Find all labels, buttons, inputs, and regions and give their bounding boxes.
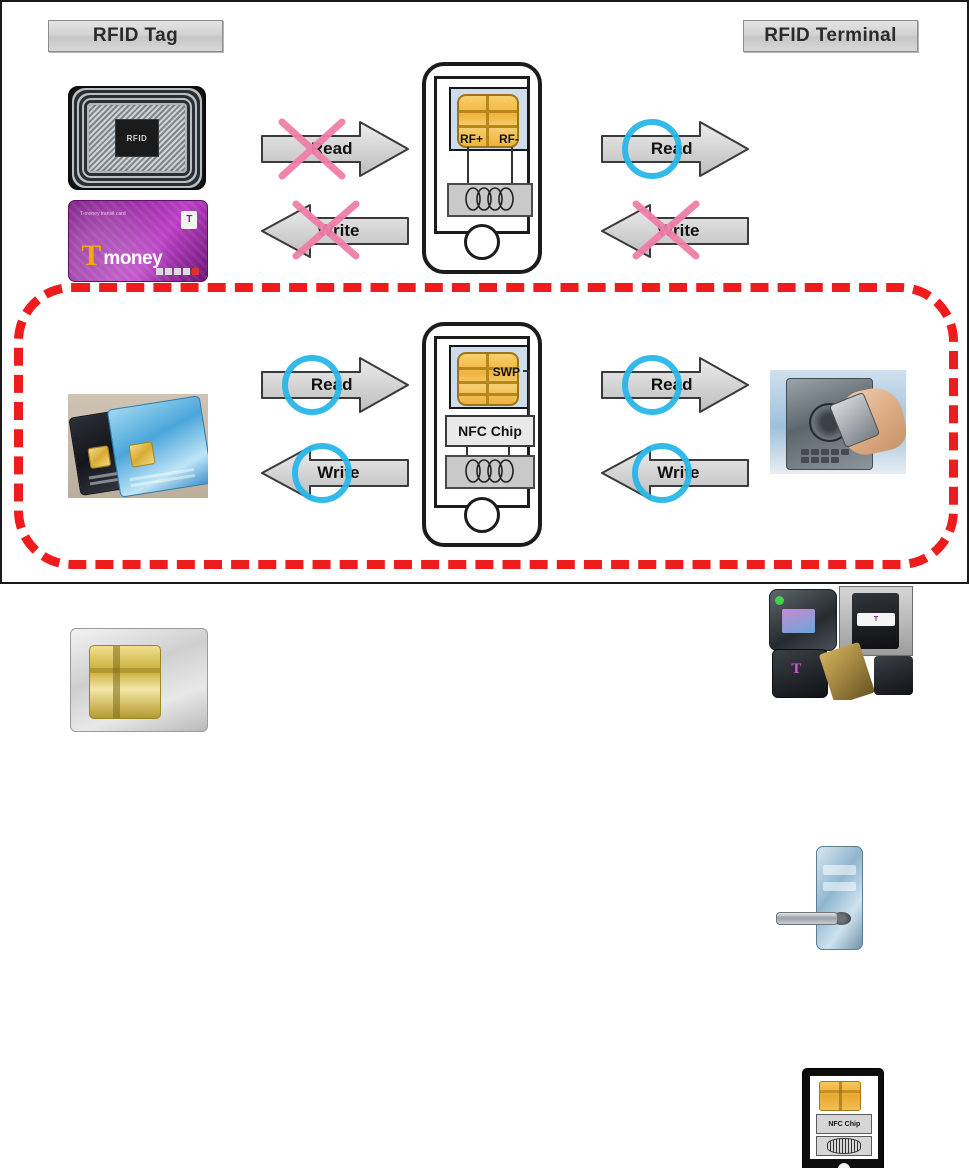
- card-embossed-lines: [129, 465, 195, 488]
- sim-card-mini: [819, 1080, 862, 1111]
- arrow-read-phone-to-terminal-row1: Read: [600, 118, 750, 180]
- sim-card-closeup: [70, 628, 208, 732]
- credit-card-blue: [106, 395, 208, 498]
- arrow-label-read: Read: [310, 139, 353, 158]
- tmoney-card: T-money transit card T T money: [68, 200, 208, 282]
- rfid-antenna-coil-graphic: RFID: [80, 98, 194, 178]
- nfc-chip-label: NFC Chip: [458, 423, 522, 439]
- terminal-device-5: [874, 655, 913, 696]
- antenna-coil-icon: [465, 459, 514, 483]
- arrow-label-read: Read: [650, 375, 693, 394]
- arrow-write-terminal-to-phone-row1: Write: [600, 202, 750, 260]
- nfc-chip-device: NFC Chip: [802, 1068, 884, 1168]
- arrow-write-phone-to-tag-row1: Write: [260, 202, 410, 260]
- card-chip-icon: [127, 441, 156, 468]
- arrow-write-phone-to-tag-row2: Write: [260, 444, 410, 502]
- door-lock-body: [815, 846, 864, 950]
- nfc-device-screen: NFC Chip: [808, 1074, 880, 1161]
- tmoney-brand-letter: T: [81, 239, 102, 273]
- arrow-write-terminal-to-phone-row2: Write: [600, 444, 750, 502]
- terminal-screen: [781, 608, 815, 634]
- handheld-reader-terminal: [770, 370, 906, 474]
- tmoney-logo-strip: [155, 268, 199, 276]
- terminal-device-1: [769, 588, 837, 651]
- card-chip-icon: [86, 444, 112, 469]
- tmoney-brand-letter: T: [873, 616, 879, 624]
- antenna-box: [816, 1135, 873, 1157]
- phone-home-button[interactable]: [464, 224, 500, 260]
- tmoney-logo: T money: [81, 239, 163, 273]
- column-header-rfid-tag: RFID Tag: [48, 20, 223, 52]
- arrow-label-write: Write: [317, 463, 360, 482]
- nfc-chip-box: NFC Chip: [445, 415, 535, 447]
- arrow-label-write: Write: [657, 221, 700, 240]
- column-header-rfid-tag-label: RFID Tag: [92, 25, 179, 46]
- arrow-read-tag-to-phone-row2: Read: [260, 354, 410, 416]
- tmoney-brand-letter: T: [791, 661, 802, 678]
- column-header-rfid-terminal: RFID Terminal: [743, 20, 918, 52]
- column-header-rfid-terminal-label: RFID Terminal: [764, 25, 897, 46]
- smart-credit-cards: [68, 394, 208, 498]
- nfc-chip-label: NFC Chip: [828, 1120, 861, 1128]
- phone-screen: RF+ RF-: [434, 76, 533, 234]
- arrow-label-read: Read: [310, 375, 353, 394]
- rfid-sim-phone: RF+ RF-: [422, 62, 542, 274]
- nfc-device-home-button: [838, 1162, 851, 1168]
- sim-gold-contacts: [88, 645, 162, 719]
- tmoney-terminal-collage: T T: [766, 584, 916, 700]
- antenna-box: [447, 183, 533, 217]
- tmoney-badge: T: [181, 210, 198, 229]
- nfc-swp-phone: SWP NFC Chip: [422, 322, 542, 547]
- phone-screen: SWP NFC Chip: [434, 336, 535, 508]
- arrow-label-write: Write: [657, 463, 700, 482]
- antenna-box: [445, 455, 535, 489]
- rfid-inlay-tag: RFID: [68, 86, 206, 190]
- reader-keypad: [800, 449, 858, 464]
- tmoney-brand-word: money: [103, 248, 163, 270]
- arrow-read-tag-to-phone-row1: Read: [260, 118, 410, 180]
- diagram-canvas: RFID Tag RFID Terminal RFID T-money tran…: [0, 0, 969, 1168]
- nfc-chip-box: NFC Chip: [816, 1113, 873, 1135]
- tmoney-fineprint: T-money transit card: [80, 210, 126, 217]
- antenna-coil-icon: [827, 1138, 862, 1154]
- digital-door-lock: [774, 844, 878, 950]
- phone-home-button[interactable]: [464, 497, 500, 533]
- rfid-chip-label: RFID: [114, 119, 160, 157]
- arrow-label-write: Write: [317, 221, 360, 240]
- arrow-label-read: Read: [650, 139, 693, 158]
- door-lock-handle: [776, 911, 839, 926]
- antenna-coil-icon: [465, 187, 514, 211]
- status-led-icon: [775, 595, 785, 605]
- arrow-read-phone-to-terminal-row2: Read: [600, 354, 750, 416]
